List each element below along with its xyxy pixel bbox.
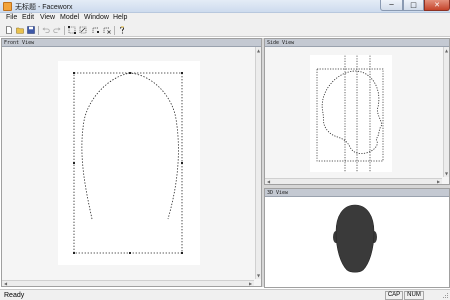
- redo-icon[interactable]: [53, 26, 61, 34]
- toolbar: [0, 24, 450, 37]
- menu-edit[interactable]: Edit: [22, 14, 34, 21]
- menu-view[interactable]: View: [40, 14, 55, 21]
- toolbar-separator: [38, 26, 39, 35]
- side-view-canvas[interactable]: [310, 53, 392, 177]
- scroll-up-arrow[interactable]: ▲: [444, 48, 449, 53]
- side-vertical-scrollbar[interactable]: ▲ ▼: [443, 47, 449, 177]
- undo-icon[interactable]: [42, 26, 50, 34]
- rotate-points-icon[interactable]: [79, 26, 87, 34]
- scroll-right-arrow[interactable]: ▶: [248, 281, 253, 286]
- front-horizontal-scrollbar[interactable]: ◀ ▶: [2, 280, 254, 286]
- front-vertical-scrollbar[interactable]: ▲ ▼: [255, 47, 261, 279]
- delete-point-icon[interactable]: [103, 26, 111, 34]
- move-points-icon[interactable]: [68, 26, 76, 34]
- scroll-down-arrow[interactable]: ▼: [444, 171, 449, 176]
- scroll-up-arrow[interactable]: ▲: [256, 48, 261, 53]
- scroll-right-arrow[interactable]: ▶: [436, 179, 441, 184]
- menu-window[interactable]: Window: [84, 14, 109, 21]
- side-head-contour: [321, 70, 383, 154]
- save-icon[interactable]: [27, 26, 35, 34]
- num-lock-indicator: NUM: [404, 291, 424, 300]
- minimize-button[interactable]: ─: [380, 0, 403, 11]
- add-point-icon[interactable]: [92, 26, 100, 34]
- status-bar: Ready CAP NUM: [0, 289, 450, 300]
- 3d-view-pane: 3D View: [264, 188, 450, 288]
- side-bounding-box: [316, 68, 384, 162]
- close-button[interactable]: ✕: [424, 0, 450, 11]
- open-folder-icon[interactable]: [16, 26, 24, 34]
- 3d-view-title: 3D View: [265, 189, 449, 197]
- help-icon[interactable]: [118, 26, 126, 34]
- title-bar: 无标题 - Faceworx ─ □ ✕: [0, 0, 450, 13]
- resize-grip-icon[interactable]: [442, 292, 449, 299]
- menu-help[interactable]: Help: [113, 14, 127, 21]
- 3d-head-shape: [335, 204, 375, 273]
- front-bounding-box: [73, 72, 183, 254]
- status-text: Ready: [4, 292, 25, 299]
- caps-lock-indicator: CAP: [385, 291, 403, 300]
- toolbar-separator: [64, 26, 65, 35]
- front-face-outline[interactable]: [58, 61, 200, 265]
- side-view-pane: Side View ▲ ▼ ◀ ▶: [264, 38, 450, 185]
- side-face-outline[interactable]: [310, 53, 392, 177]
- front-control-points: [73, 72, 183, 254]
- 3d-head-model[interactable]: [333, 204, 377, 274]
- window-title: 无标题 - Faceworx: [15, 4, 73, 11]
- new-file-icon[interactable]: [5, 26, 13, 34]
- menu-bar: File Edit View Model Window Help: [0, 13, 450, 24]
- app-icon[interactable]: [3, 2, 12, 11]
- side-view-title: Side View: [265, 39, 449, 47]
- toolbar-separator: [114, 26, 115, 35]
- maximize-button[interactable]: □: [403, 0, 424, 11]
- menu-file[interactable]: File: [6, 14, 17, 21]
- scroll-left-arrow[interactable]: ◀: [266, 179, 271, 184]
- front-view-canvas[interactable]: [58, 61, 200, 265]
- scroll-left-arrow[interactable]: ◀: [3, 281, 8, 286]
- side-guide-lines: [344, 53, 371, 177]
- front-view-pane: Front View ▲ ▼ ◀ ▶: [1, 38, 262, 287]
- side-horizontal-scrollbar[interactable]: ◀ ▶: [265, 178, 442, 184]
- menu-model[interactable]: Model: [60, 14, 79, 21]
- front-view-title: Front View: [2, 39, 261, 47]
- scroll-down-arrow[interactable]: ▼: [256, 273, 261, 278]
- front-head-contour: [81, 72, 179, 220]
